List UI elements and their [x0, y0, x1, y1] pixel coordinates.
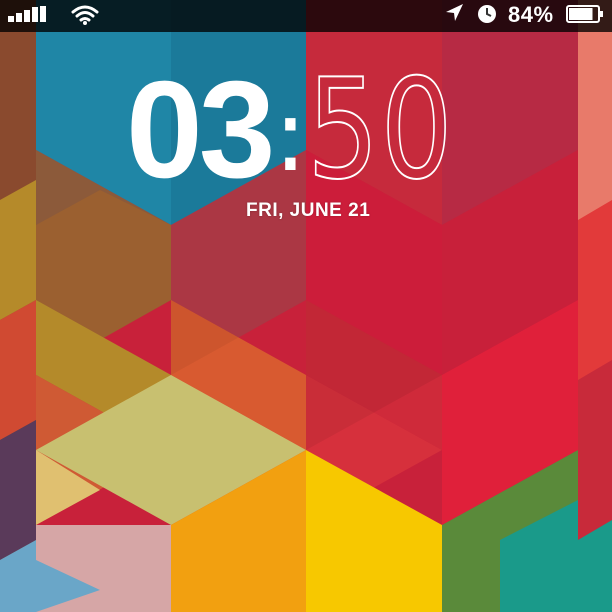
signal-bars-icon — [8, 6, 46, 22]
clock-minutes: 50 — [306, 49, 455, 210]
battery-percentage: 84% — [508, 2, 554, 27]
battery-icon — [566, 5, 603, 23]
lock-screen-date: FRI, JUNE 21 — [246, 200, 371, 221]
clock-hours: 03 — [126, 53, 275, 207]
location-arrow-icon — [446, 4, 463, 21]
clock-separator: : — [273, 77, 308, 194]
battery-fill — [569, 8, 593, 20]
status-bar: 84% — [0, 0, 612, 32]
lock-screen-clock: 03:50 — [126, 49, 487, 210]
alarm-clock-icon — [478, 5, 496, 23]
wifi-icon — [71, 5, 99, 25]
